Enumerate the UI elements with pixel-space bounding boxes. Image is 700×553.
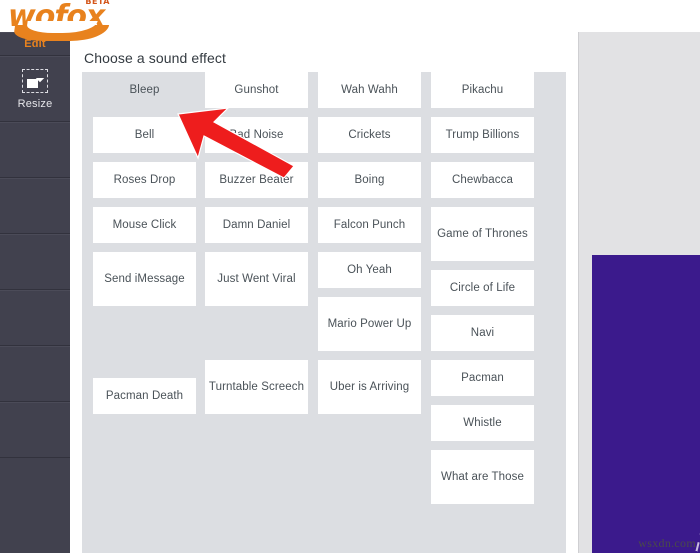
- beta-badge: BETA: [85, 0, 110, 6]
- sidebar-item-label: Resize: [17, 97, 53, 110]
- sfx-button[interactable]: Whistle: [431, 405, 534, 441]
- sidebar-item-blank-2[interactable]: [0, 178, 70, 234]
- sfx-button[interactable]: Falcon Punch: [318, 207, 421, 243]
- site-watermark: wsxdn.com: [638, 536, 696, 550]
- sfx-button[interactable]: Bleep: [93, 72, 196, 108]
- sfx-button[interactable]: Turntable Screech: [205, 360, 308, 414]
- sidebar-item-blank-5[interactable]: [0, 346, 70, 402]
- sidebar-item-blank-6[interactable]: [0, 402, 70, 458]
- sfx-column-gap: [205, 315, 308, 351]
- sfx-column-3: Wah Wahh Crickets Boing Falcon Punch Oh Yeah…: [318, 72, 421, 423]
- sfx-button[interactable]: Damn Daniel: [205, 207, 308, 243]
- sound-effect-panel: Bleep Bell Roses Drop Mouse Click Send iMess…: [82, 72, 566, 553]
- app-root: wsxdn.com Edit Resize wofox BETA Choose …: [0, 0, 700, 553]
- logo-swoosh-icon: [12, 25, 110, 41]
- sfx-button[interactable]: Chewbacca: [431, 162, 534, 198]
- sfx-button[interactable]: Bell: [93, 117, 196, 153]
- sfx-button[interactable]: Circle of Life: [431, 270, 534, 306]
- sfx-button[interactable]: Crickets: [318, 117, 421, 153]
- sfx-button[interactable]: Pacman: [431, 360, 534, 396]
- design-canvas[interactable]: [592, 255, 700, 553]
- sidebar-item-blank-3[interactable]: [0, 234, 70, 290]
- sfx-button[interactable]: Bad Noise: [205, 117, 308, 153]
- sfx-button[interactable]: Trump Billions: [431, 117, 534, 153]
- sfx-button[interactable]: Pikachu: [431, 72, 534, 108]
- sfx-button[interactable]: Oh Yeah: [318, 252, 421, 288]
- sfx-button[interactable]: Mario Power Up: [318, 297, 421, 351]
- sfx-button[interactable]: Pacman Death: [93, 378, 196, 414]
- sfx-button[interactable]: Uber is Arriving: [318, 360, 421, 414]
- sfx-button[interactable]: Boing: [318, 162, 421, 198]
- sfx-button[interactable]: Gunshot: [205, 72, 308, 108]
- sfx-column-2: Gunshot Bad Noise Buzzer Beater Damn Daniel…: [205, 72, 308, 423]
- sfx-button[interactable]: Mouse Click: [93, 207, 196, 243]
- sfx-button[interactable]: Navi: [431, 315, 534, 351]
- sidebar-item-resize[interactable]: Resize: [0, 56, 70, 122]
- page-title: Choose a sound effect: [84, 50, 226, 66]
- sfx-column-gap: [93, 315, 196, 369]
- canvas-guide-line: [695, 426, 700, 553]
- sfx-column-1: Bleep Bell Roses Drop Mouse Click Send iMess…: [93, 72, 196, 423]
- sidebar-item-blank-1[interactable]: [0, 122, 70, 178]
- left-sidebar: Edit Resize: [0, 32, 70, 553]
- sfx-button[interactable]: What are Those: [431, 450, 534, 504]
- sfx-button[interactable]: Game of Thrones: [431, 207, 534, 261]
- resize-icon: [22, 68, 48, 93]
- sidebar-item-blank-4[interactable]: [0, 290, 70, 346]
- sfx-column-4: Pikachu Trump Billions Chewbacca Game of Th…: [431, 72, 534, 513]
- sfx-button[interactable]: Buzzer Beater: [205, 162, 308, 198]
- wofox-logo[interactable]: wofox BETA: [8, 0, 112, 46]
- sfx-button[interactable]: Send iMessage: [93, 252, 196, 306]
- sfx-button[interactable]: Just Went Viral: [205, 252, 308, 306]
- sfx-button[interactable]: Wah Wahh: [318, 72, 421, 108]
- sfx-button[interactable]: Roses Drop: [93, 162, 196, 198]
- workspace-panel: wsxdn.com: [578, 32, 700, 553]
